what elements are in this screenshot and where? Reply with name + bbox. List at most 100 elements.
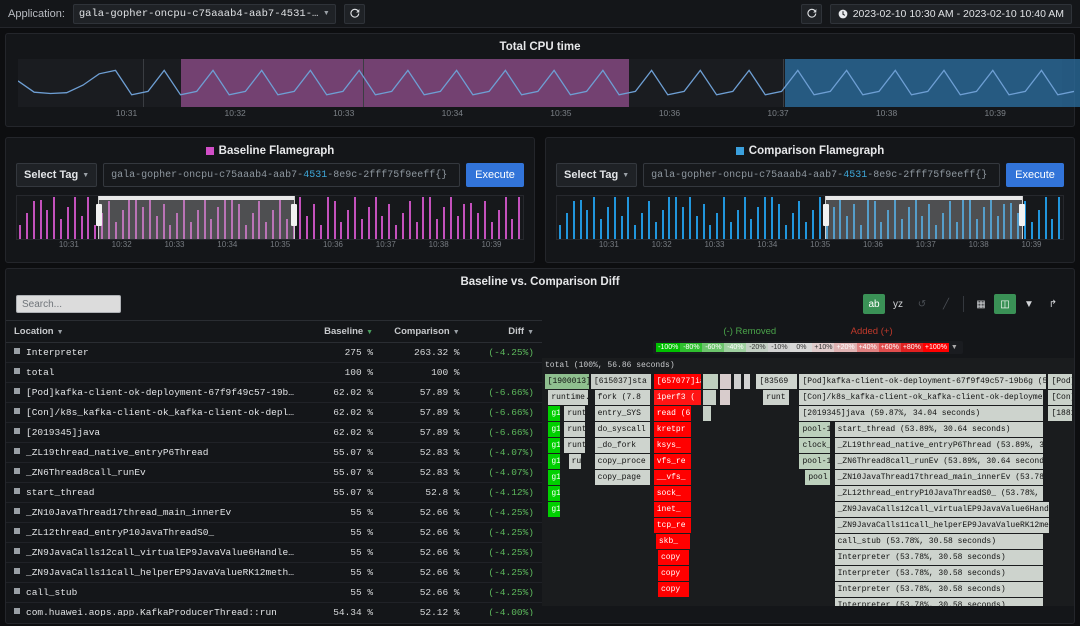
flamegraph-node[interactable]: Interpreter (53.78%, 30.58 seconds) [835,566,1045,581]
flamegraph-node[interactable]: [Pod]kafka-client-ok-deployment-67f9f49c… [799,374,1046,389]
comparison-timeline-selector[interactable] [556,195,1064,240]
flamegraph-node[interactable]: runt [763,390,790,405]
flamegraph-node[interactable]: read (6 [654,406,692,421]
flamegraph-node[interactable] [703,406,712,421]
scale-step[interactable]: +100% [923,343,949,352]
flamegraph-node[interactable]: g1 [548,406,561,421]
flamegraph-node[interactable]: _ZN9JavaCalls11call_helperEP9JavaValueRK… [835,518,1050,533]
baseline-select-tag-button[interactable]: Select Tag ▼ [16,163,97,187]
sort-alpha-asc-button[interactable]: ab [863,294,885,314]
flamegraph-node[interactable]: call_stub (53.78%, 30.58 seconds) [835,534,1045,549]
both-view-button[interactable]: ◫ [994,294,1016,314]
scale-step[interactable]: +60% [879,343,901,352]
flamegraph-node[interactable]: runt [564,422,585,437]
search-input[interactable]: Search... [16,295,121,313]
comparison-query-input[interactable]: gala-gopher-oncpu-c75aaab4-aab7-4531-8e9… [643,163,1000,187]
flamegraph-node[interactable]: copy [658,566,690,581]
application-select[interactable]: gala-gopher-oncpu-c75aaab4-aab7-4531-8e9… [73,4,336,24]
flamegraph-node[interactable]: [Pod]no [1048,374,1072,389]
cpu-time-chart[interactable] [18,59,1062,107]
flamegraph-node[interactable]: entry_SYS [595,406,651,421]
diff-table-container[interactable]: Location▼ Baseline▼ Comparison▼ Diff▼ In… [6,320,542,616]
flamegraph-node[interactable] [720,374,732,389]
table-row[interactable]: _ZL19thread_native_entryP6Thread55.07 %5… [6,443,542,463]
selection-handle-left[interactable] [823,204,829,226]
flamegraph-node[interactable]: runt [564,438,585,453]
flamegraph-node[interactable]: do_syscall [595,422,651,437]
flamegraph-node[interactable] [720,390,731,405]
flamegraph-node[interactable]: ksys_ [654,438,692,453]
flamegraph-node[interactable] [744,374,750,389]
scale-step[interactable]: -60% [702,343,724,352]
flamegraph-node[interactable]: iperf3 ( [654,390,702,405]
table-row[interactable]: [Pod]kafka-client-ok-deployment-67f9f49c… [6,383,542,403]
flamegraph-node[interactable]: pool-1 [799,422,831,437]
table-row[interactable]: _ZL12thread_entryP10JavaThreadS0_55 %52.… [6,523,542,543]
table-view-button[interactable]: ▦ [970,294,992,314]
flamegraph-view-button[interactable]: ▼ [1018,294,1040,314]
flamegraph-node[interactable]: Interpreter (53.78%, 30.58 seconds) [835,598,1045,606]
export-button[interactable]: ↱ [1042,294,1064,314]
undo-button[interactable]: ↺ [911,294,933,314]
selection-handle-right[interactable] [1019,204,1025,226]
flamegraph-node[interactable]: copy_proce [595,454,651,469]
flamegraph-node[interactable]: g1 [548,438,561,453]
flamegraph-node[interactable]: [615037]sta [591,374,652,389]
scale-step[interactable]: -80% [680,343,702,352]
column-header-baseline[interactable]: Baseline▼ [306,321,381,343]
flamegraph-node[interactable]: _ZL12thread_entryP10JavaThreadS0_ (53.78… [835,486,1045,501]
baseline-timeline-selector[interactable] [16,195,524,240]
flamegraph-node[interactable]: [83569 [756,374,797,389]
flamegraph-node[interactable]: g1 [548,454,561,469]
flamegraph-node[interactable]: __vfs_ [654,470,692,485]
scale-step[interactable]: -10% [768,343,790,352]
flamegraph-node[interactable]: [657077]ia [654,374,702,389]
flamegraph-node[interactable]: [1881 [1048,406,1072,421]
flamegraph-node[interactable]: sock_ [654,486,692,501]
time-refresh-button[interactable] [801,4,822,24]
table-row[interactable]: _ZN9JavaCalls11call_helperEP9JavaValueRK… [6,563,542,583]
table-row[interactable]: total100 %100 % [6,363,542,383]
refresh-button[interactable] [344,4,365,24]
flamegraph-node[interactable]: Interpreter (53.78%, 30.58 seconds) [835,582,1045,597]
flamegraph-node[interactable]: g1 [548,470,561,485]
flamegraph-node[interactable]: _ZN9JavaCalls12call_virtualEP9JavaValue6… [835,502,1050,517]
table-row[interactable]: com.huawei.aops.app.KafkaProducerThread:… [6,603,542,617]
timeline-selection[interactable] [98,196,295,239]
flamegraph-node[interactable] [703,374,719,389]
selection-handle-right[interactable] [291,204,297,226]
scale-step[interactable]: +40% [857,343,879,352]
column-header-comparison[interactable]: Comparison▼ [381,321,468,343]
diff-color-scale[interactable]: -100%-80%-60%-40%-20%-10%0%+10%+20%+40%+… [653,341,963,354]
flamegraph-node[interactable]: pool-1 [799,454,831,469]
flamegraph-node[interactable]: [Con] [1048,390,1072,405]
table-row[interactable]: _ZN10JavaThread17thread_main_innerEv55 %… [6,503,542,523]
flamegraph-node[interactable]: copy [658,550,690,565]
table-row[interactable]: [2019345]java62.02 %57.89 %(-6.66%) [6,423,542,443]
comparison-execute-button[interactable]: Execute [1006,163,1064,187]
timeline-selection[interactable] [825,196,1022,239]
selection-handle-left[interactable] [96,204,102,226]
table-row[interactable]: _ZN9JavaCalls12call_virtualEP9JavaValue6… [6,543,542,563]
table-row[interactable]: _ZN6Thread8call_runEv55.07 %52.83 %(-4.0… [6,463,542,483]
flamegraph-node[interactable]: _do_fork [595,438,651,453]
flamegraph-node[interactable]: _ZN6Thread8call_runEv (53.89%, 30.64 sec… [835,454,1045,469]
flamegraph-node[interactable]: Interpreter (53.78%, 30.58 seconds) [835,550,1045,565]
flamegraph-node[interactable]: copy_page [595,470,651,485]
sort-alpha-desc-button[interactable]: yz [887,294,909,314]
flamegraph-node[interactable]: runt [564,406,585,421]
scale-step[interactable]: 0% [790,343,812,352]
flamegraph-node[interactable]: pool [805,470,831,485]
flamegraph-node[interactable]: vfs_re [654,454,692,469]
flamegraph-node[interactable]: start_thread (53.89%, 30.64 seconds) [835,422,1045,437]
flamegraph-node[interactable]: [1900013]ja [545,374,591,389]
table-row[interactable]: call_stub55 %52.66 %(-4.25%) [6,583,542,603]
highlight-button[interactable]: ╱ [935,294,957,314]
flamegraph-node[interactable]: fork (7.8 [595,390,651,405]
flamegraph-node[interactable]: _ZN10JavaThread17thread_main_innerEv (53… [835,470,1045,485]
flamegraph-node[interactable]: copy [658,582,690,597]
chevron-down-icon[interactable]: ▼ [949,343,960,352]
flamegraph-node[interactable]: ru [569,454,583,469]
scale-step[interactable]: -100% [656,343,680,352]
column-header-diff[interactable]: Diff▼ [468,321,542,343]
